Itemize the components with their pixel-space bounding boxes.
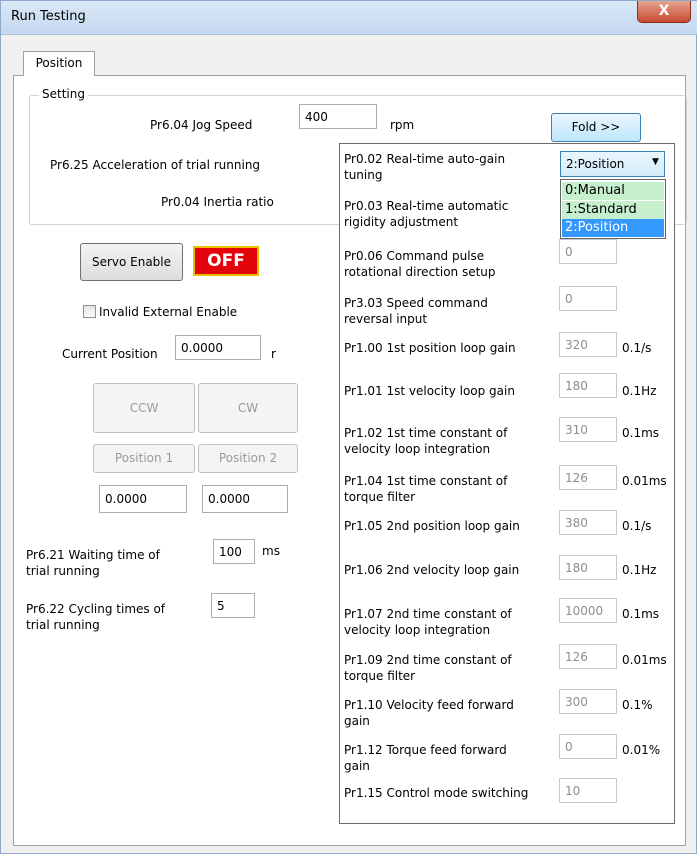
param-label-line1: Pr1.02 1st time constant of <box>344 426 508 440</box>
autogain-label-line1: Pr0.02 Real-time auto-gain <box>344 152 506 166</box>
jog-speed-label: Pr6.04 Jog Speed <box>150 118 253 132</box>
cycling-times-input[interactable] <box>211 593 255 618</box>
autogain-dropdown-list: 0:Manual 1:Standard 2:Position <box>560 179 666 239</box>
invalid-external-enable-label: Invalid External Enable <box>99 305 238 319</box>
param-value-input[interactable] <box>559 417 617 442</box>
run-testing-window: Run Testing X Position Setting Pr6.04 Jo… <box>0 0 697 854</box>
cycling-times-label-line1: Pr6.22 Cycling times of <box>26 602 166 616</box>
param-unit: 0.1% <box>622 698 653 712</box>
param-value-input[interactable] <box>559 465 617 490</box>
param-label-line2: gain <box>344 714 370 728</box>
servo-status-badge: OFF <box>193 246 259 276</box>
position-1-input[interactable] <box>99 485 187 513</box>
cycling-times-label-line2: trial running <box>26 618 100 632</box>
param-unit: 0.1/s <box>622 341 652 355</box>
autogain-selected-value: 2:Position <box>566 157 625 171</box>
param-label-line2: reversal input <box>344 312 428 326</box>
param-value-input[interactable] <box>559 598 617 623</box>
param-unit: 0.1/s <box>622 519 652 533</box>
close-button[interactable]: X <box>637 1 691 23</box>
param-label-line2: torque filter <box>344 669 416 683</box>
param-label-line1: Pr1.09 2nd time constant of <box>344 653 512 667</box>
rigidity-label-line1: Pr0.03 Real-time automatic <box>344 199 509 213</box>
param-label-line1: Pr0.06 Command pulse <box>344 249 485 263</box>
param-value-input[interactable] <box>559 734 617 759</box>
param-value-input[interactable] <box>559 644 617 669</box>
param-unit: 0.1Hz <box>622 384 657 398</box>
param-unit: 0.01% <box>622 743 661 757</box>
position-2-input[interactable] <box>202 485 288 513</box>
param-unit: 0.1ms <box>622 607 660 621</box>
setting-legend: Setting <box>39 87 88 101</box>
param-label-line2: velocity loop integration <box>344 623 491 637</box>
servo-enable-button[interactable]: Servo Enable <box>80 243 183 281</box>
cw-button[interactable]: CW <box>198 383 298 433</box>
rigidity-label-line2: rigidity adjustment <box>344 215 459 229</box>
param-unit: 0.1ms <box>622 426 660 440</box>
chevron-down-icon: ▼ <box>652 157 659 167</box>
param-label-line1: Pr1.00 1st position loop gain <box>344 341 516 355</box>
autogain-option[interactable]: 2:Position <box>562 219 664 237</box>
current-position-field <box>175 335 261 360</box>
param-label-line2: torque filter <box>344 490 416 504</box>
invalid-external-enable-checkbox[interactable] <box>83 305 96 318</box>
param-value-input[interactable] <box>559 332 617 357</box>
param-value-input[interactable] <box>559 373 617 398</box>
param-unit: 0.01ms <box>622 653 667 667</box>
close-icon: X <box>658 3 670 19</box>
param-unit: 0.01ms <box>622 474 667 488</box>
waiting-time-label-line1: Pr6.21 Waiting time of <box>26 548 160 562</box>
param-value-input[interactable] <box>559 510 617 535</box>
waiting-time-input[interactable] <box>213 539 255 564</box>
param-label-line2: rotational direction setup <box>344 265 496 279</box>
param-label-line1: Pr1.12 Torque feed forward <box>344 743 507 757</box>
param-value-input[interactable] <box>559 555 617 580</box>
tab-position[interactable]: Position <box>23 51 95 76</box>
param-value-input[interactable] <box>559 286 617 311</box>
jog-speed-input[interactable] <box>299 104 377 129</box>
autogain-select[interactable]: 2:Position ▼ <box>560 151 665 177</box>
param-value-input[interactable] <box>559 689 617 714</box>
param-value-input[interactable] <box>559 239 617 264</box>
current-position-label: Current Position <box>62 347 158 361</box>
param-label-line1: Pr1.05 2nd position loop gain <box>344 519 520 533</box>
param-label-line1: Pr1.04 1st time constant of <box>344 474 508 488</box>
position-1-button[interactable]: Position 1 <box>93 444 195 473</box>
param-unit: 0.1Hz <box>622 563 657 577</box>
acceleration-label: Pr6.25 Acceleration of trial running <box>50 158 261 172</box>
waiting-time-label-line2: trial running <box>26 564 100 578</box>
autogain-label-line2: tuning <box>344 168 383 182</box>
jog-speed-unit: rpm <box>390 118 415 132</box>
waiting-time-unit: ms <box>262 544 280 558</box>
param-label-line1: Pr1.07 2nd time constant of <box>344 607 512 621</box>
param-label-line1: Pr1.10 Velocity feed forward <box>344 698 514 712</box>
param-label-line1: Pr1.06 2nd velocity loop gain <box>344 563 520 577</box>
param-label-line1: Pr1.15 Control mode switching <box>344 786 529 800</box>
autogain-option[interactable]: 0:Manual <box>562 182 664 200</box>
current-position-unit: r <box>271 347 276 361</box>
ccw-button[interactable]: CCW <box>93 383 195 433</box>
param-label-line2: velocity loop integration <box>344 442 491 456</box>
inertia-ratio-label: Pr0.04 Inertia ratio <box>161 195 274 209</box>
param-label-line2: gain <box>344 759 370 773</box>
param-label-line1: Pr3.03 Speed command <box>344 296 488 310</box>
fold-button[interactable]: Fold >> <box>551 113 641 142</box>
param-label-line1: Pr1.01 1st velocity loop gain <box>344 384 515 398</box>
param-value-input[interactable] <box>559 778 617 803</box>
title-bar[interactable]: Run Testing X <box>1 1 697 35</box>
autogain-option[interactable]: 1:Standard <box>562 201 664 219</box>
window-title: Run Testing <box>11 9 86 24</box>
position-2-button[interactable]: Position 2 <box>198 444 298 473</box>
